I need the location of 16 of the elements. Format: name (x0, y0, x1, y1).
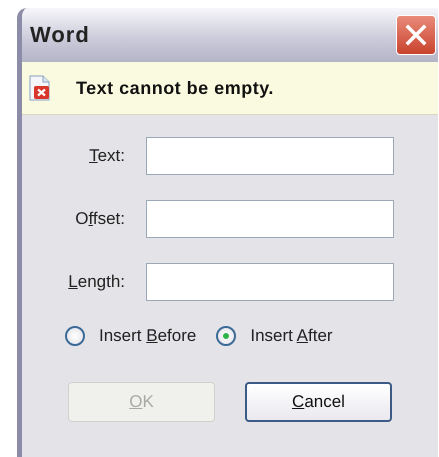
field-label: Length: (67, 272, 125, 292)
field-label: Offset: (74, 209, 125, 229)
window-title: Word (30, 22, 90, 48)
option-label: Insert After (250, 326, 333, 346)
input-field[interactable] (146, 263, 394, 301)
radio-button[interactable] (216, 326, 236, 346)
close-icon (405, 24, 427, 46)
error-document-icon (28, 75, 52, 101)
radio-button[interactable] (65, 326, 85, 346)
close-button[interactable] (396, 15, 436, 55)
error-message: Text cannot be empty. (76, 78, 274, 98)
input-field[interactable] (146, 137, 394, 175)
option-label: Insert Before (99, 326, 196, 346)
cancel-button[interactable]: Cancel (245, 382, 392, 422)
field-label: Text: (88, 146, 125, 166)
input-field[interactable] (146, 200, 394, 238)
